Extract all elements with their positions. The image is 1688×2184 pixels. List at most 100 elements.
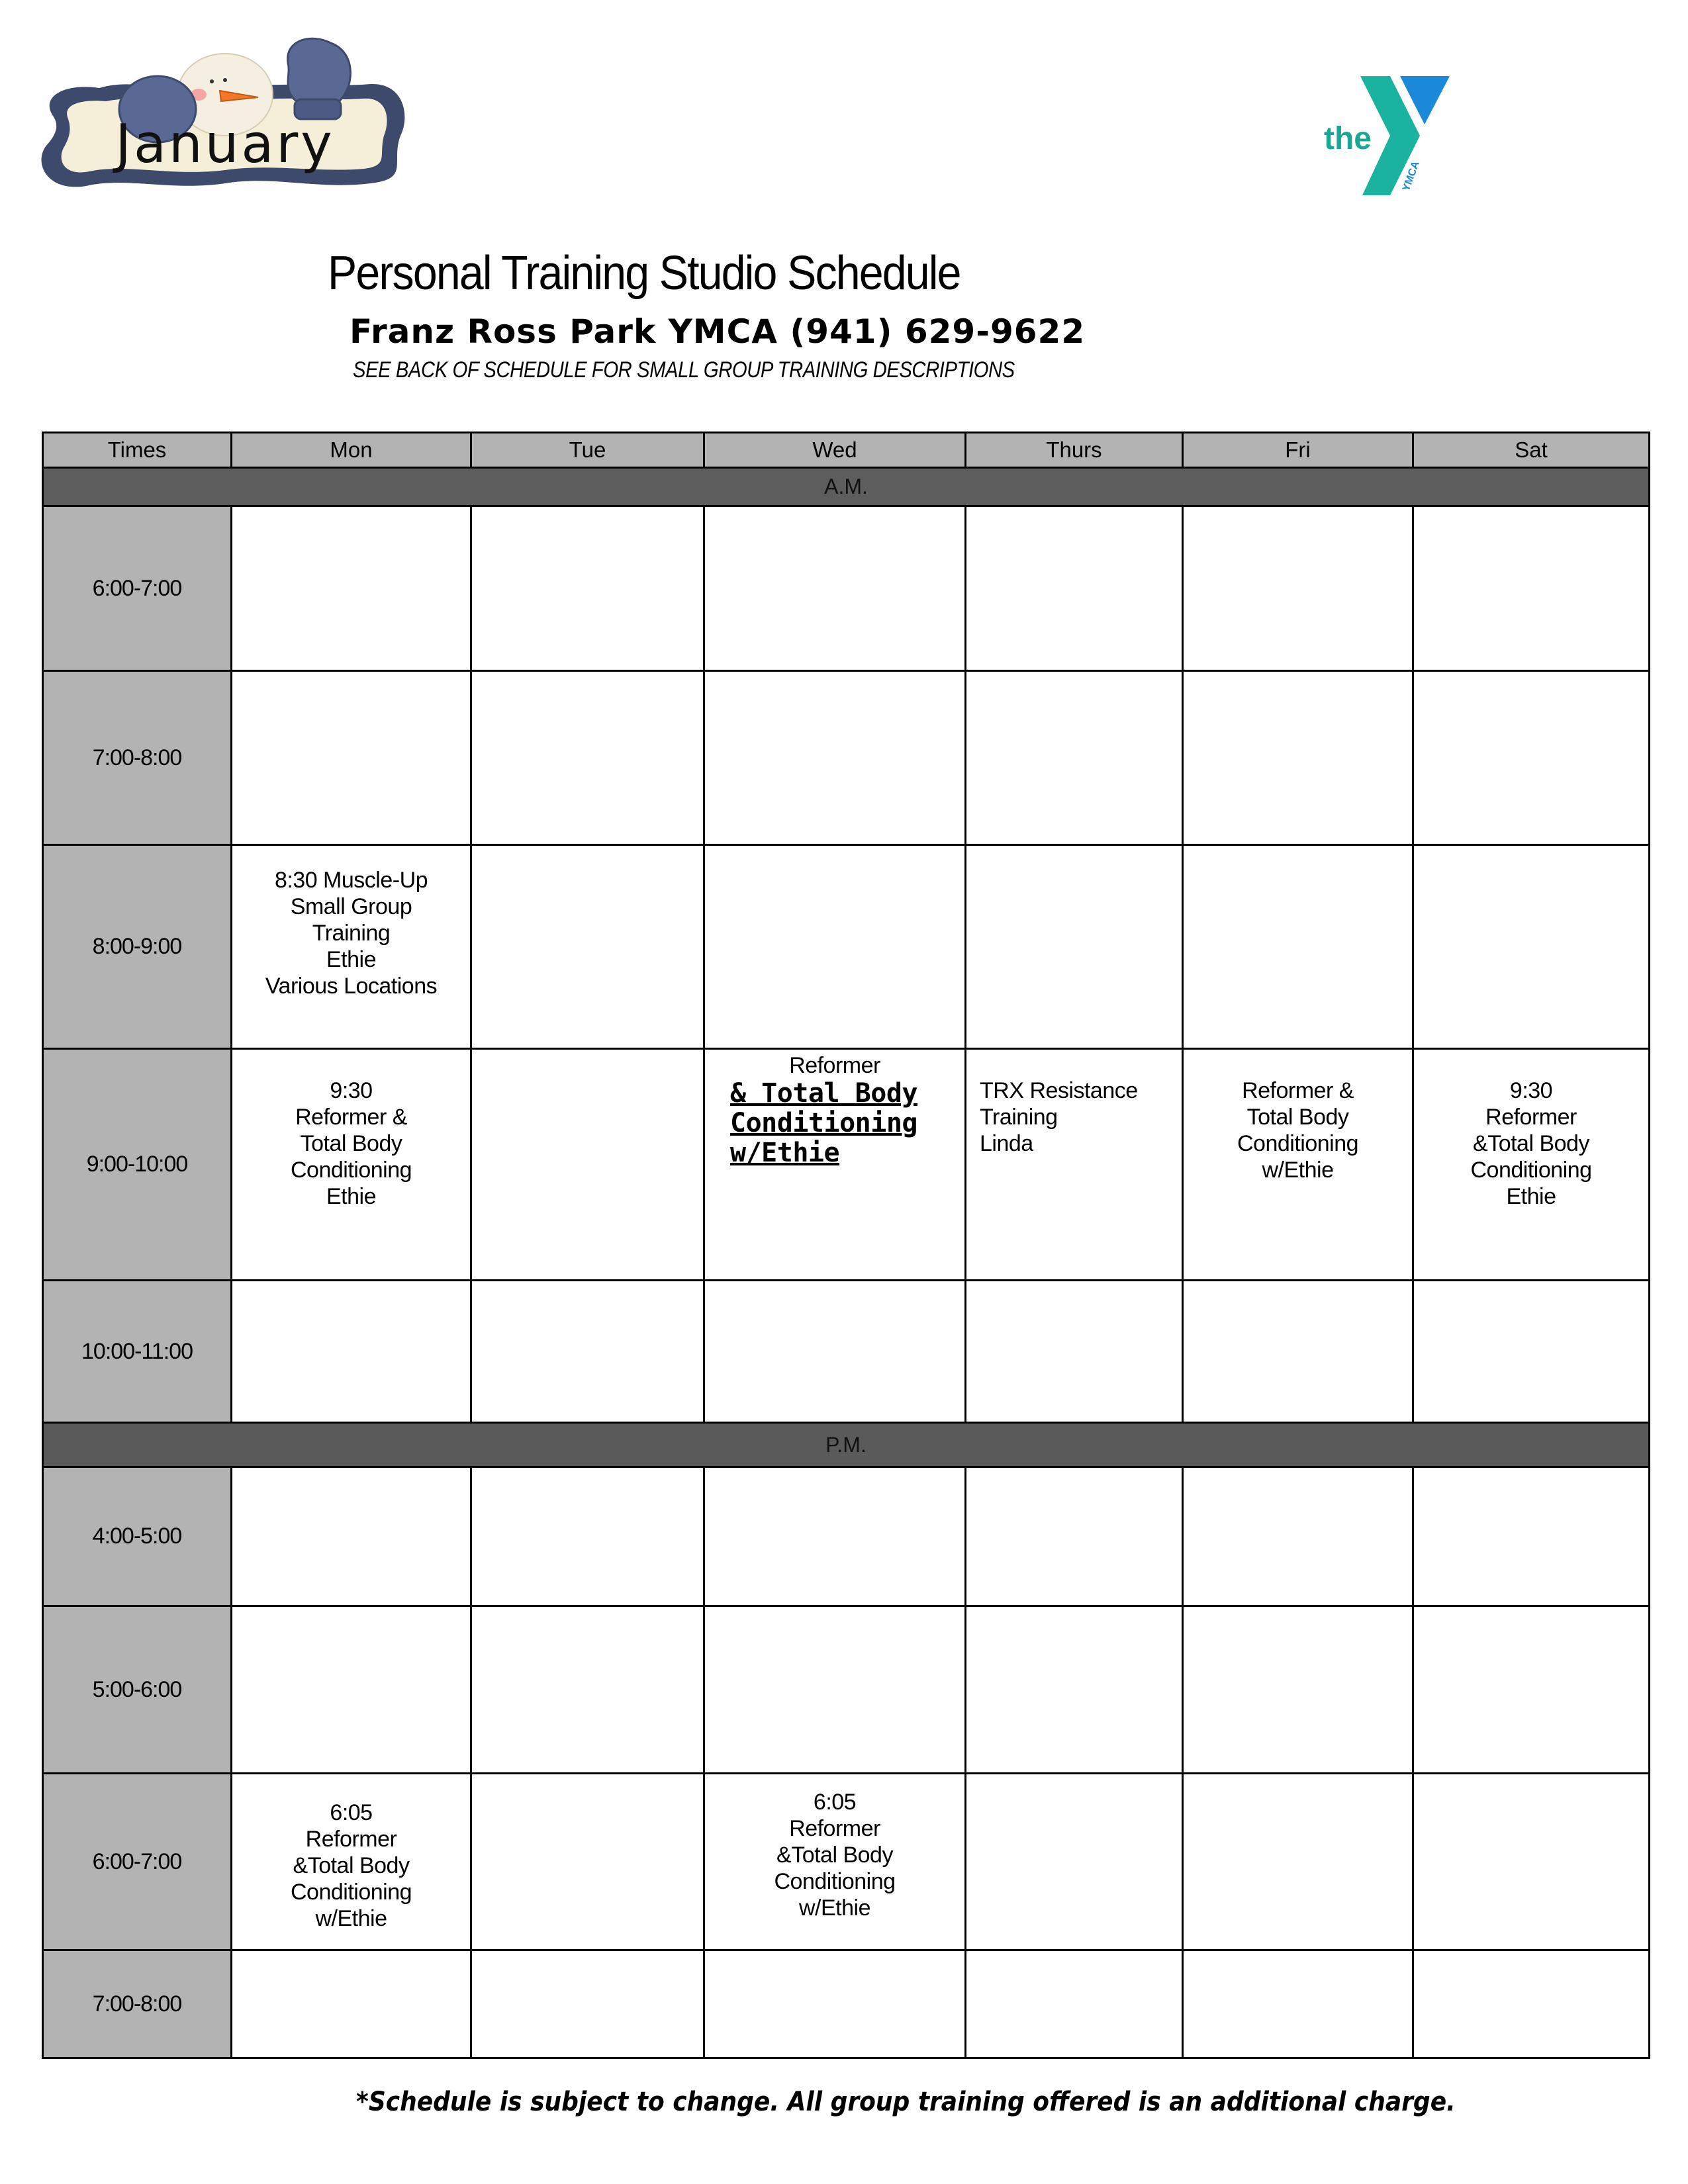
class-entry-muscle-up: 8:30 Muscle-Up Small Group Training Ethi… — [265, 868, 438, 999]
table-row: 9:00-10:00 9:30 Reformer & Total Body Co… — [42, 1048, 1650, 1281]
am-label: A.M. — [42, 467, 1650, 507]
january-badge-logo: January — [41, 37, 405, 187]
mitten-right-icon — [287, 37, 352, 104]
col-header-wed: Wed — [703, 432, 966, 469]
col-header-fri: Fri — [1182, 432, 1414, 469]
col-header-thurs: Thurs — [964, 432, 1184, 469]
time-slot: 10:00-11:00 — [42, 1279, 232, 1424]
schedule-cell — [964, 1949, 1184, 2059]
col-header-sat: Sat — [1412, 432, 1650, 469]
schedule-cell — [703, 670, 966, 846]
table-row: 6:00-7:00 6:05 Reformer &Total Body Cond… — [42, 1772, 1650, 1951]
schedule-cell — [230, 670, 472, 846]
class-entry-trx: TRX Resistance Training Linda — [980, 1078, 1138, 1156]
schedule-cell — [1182, 1605, 1414, 1774]
badge-text: January — [112, 113, 334, 175]
class-entry-reformer-title: Reformer — [789, 1053, 880, 1078]
schedule-cell — [1412, 1279, 1650, 1424]
schedule-cell — [1182, 505, 1414, 672]
header-row: Times Mon Tue Wed Thurs Fri Sat — [42, 432, 1650, 469]
col-header-mon: Mon — [230, 432, 472, 469]
schedule-cell — [1412, 844, 1650, 1050]
schedule-cell — [703, 1949, 966, 2059]
schedule-cell-sat-0900: 9:30 Reformer &Total Body Conditioning E… — [1412, 1048, 1650, 1281]
am-divider-row: A.M. — [42, 467, 1650, 507]
table-row: 10:00-11:00 — [42, 1279, 1650, 1424]
schedule-cell — [1412, 1605, 1650, 1774]
schedule-cell — [964, 1772, 1184, 1951]
schedule-cell — [1412, 505, 1650, 672]
schedule-cell — [964, 844, 1184, 1050]
schedule-cell — [703, 1605, 966, 1774]
schedule-cell-mon-0800: 8:30 Muscle-Up Small Group Training Ethi… — [230, 844, 472, 1050]
time-slot: 7:00-8:00 — [42, 670, 232, 846]
schedule-cell-mon-1800: 6:05 Reformer &Total Body Conditioning w… — [230, 1772, 472, 1951]
schedule-cell — [703, 505, 966, 672]
schedule-cell — [703, 1466, 966, 1607]
table-row: 7:00-8:00 — [42, 670, 1650, 846]
pm-label: P.M. — [42, 1422, 1650, 1468]
col-header-times: Times — [42, 432, 232, 469]
schedule-cell — [230, 1279, 472, 1424]
footer-disclaimer: *Schedule is subject to change. All grou… — [356, 2087, 1456, 2117]
time-slot: 8:00-9:00 — [42, 844, 232, 1050]
pm-divider-row: P.M. — [42, 1422, 1650, 1468]
schedule-cell — [470, 844, 705, 1050]
schedule-cell — [1182, 1466, 1414, 1607]
class-entry-reformer: 9:30 Reformer & Total Body Conditioning … — [290, 1078, 412, 1209]
schedule-cell — [1182, 1772, 1414, 1951]
schedule-cell — [1182, 670, 1414, 846]
table-row: 8:00-9:00 8:30 Muscle-Up Small Group Tra… — [42, 844, 1650, 1050]
time-slot: 4:00-5:00 — [42, 1466, 232, 1607]
time-slot: 9:00-10:00 — [42, 1048, 232, 1281]
schedule-cell — [470, 670, 705, 846]
schedule-cell-wed-0900: Reformer & Total Body Conditioning w/Eth… — [703, 1048, 966, 1281]
class-entry-reformer: Reformer & Total Body Conditioning w/Eth… — [1237, 1078, 1359, 1183]
schedule-cell — [470, 1949, 705, 2059]
col-header-tue: Tue — [470, 432, 705, 469]
schedule-cell — [470, 1466, 705, 1607]
table-row: 7:00-8:00 — [42, 1949, 1650, 2059]
table-row: 4:00-5:00 — [42, 1466, 1650, 1607]
schedule-cell-mon-0900: 9:30 Reformer & Total Body Conditioning … — [230, 1048, 472, 1281]
see-back-note: SEE BACK OF SCHEDULE FOR SMALL GROUP TRA… — [353, 357, 1015, 383]
schedule-cell — [964, 1466, 1184, 1607]
schedule-cell — [470, 1605, 705, 1774]
time-slot: 6:00-7:00 — [42, 1772, 232, 1951]
schedule-cell — [1412, 670, 1650, 846]
time-slot: 7:00-8:00 — [42, 1949, 232, 2059]
schedule-cell — [230, 1605, 472, 1774]
schedule-cell-wed-1800: 6:05 Reformer &Total Body Conditioning w… — [703, 1772, 966, 1951]
time-slot: 5:00-6:00 — [42, 1605, 232, 1774]
schedule-cell — [1182, 1949, 1414, 2059]
class-entry-reformer: 9:30 Reformer &Total Body Conditioning E… — [1470, 1078, 1592, 1209]
time-slot: 6:00-7:00 — [42, 505, 232, 672]
class-entry-reformer: 6:05 Reformer &Total Body Conditioning w… — [774, 1790, 896, 1921]
schedule-cell — [964, 1279, 1184, 1424]
schedule-cell — [1412, 1466, 1650, 1607]
schedule-cell — [1412, 1949, 1650, 2059]
ymca-logo-the: the — [1324, 121, 1372, 156]
schedule-cell — [230, 1949, 472, 2059]
table-row: 5:00-6:00 — [42, 1605, 1650, 1774]
schedule-cell — [230, 505, 472, 672]
schedule-cell — [1182, 844, 1414, 1050]
schedule-cell-fri-0900: Reformer & Total Body Conditioning w/Eth… — [1182, 1048, 1414, 1281]
location-phone: Franz Ross Park YMCA (941) 629-9622 — [350, 312, 1086, 351]
page-title: Personal Training Studio Schedule — [328, 247, 961, 300]
schedule-cell — [964, 670, 1184, 846]
schedule-cell — [470, 1772, 705, 1951]
schedule-cell — [470, 1279, 705, 1424]
schedule-table: Times Mon Tue Wed Thurs Fri Sat A.M. 6:0… — [42, 432, 1650, 2059]
schedule-cell — [470, 1048, 705, 1281]
schedule-cell — [964, 1605, 1184, 1774]
schedule-cell-thurs-0900: TRX Resistance Training Linda — [964, 1048, 1184, 1281]
schedule-cell — [1412, 1772, 1650, 1951]
ymca-logo: the YMCA — [1324, 76, 1450, 195]
schedule-cell — [1182, 1279, 1414, 1424]
table-row: 6:00-7:00 — [42, 505, 1650, 672]
schedule-cell — [703, 844, 966, 1050]
schedule-cell — [703, 1279, 966, 1424]
class-entry-reformer: 6:05 Reformer &Total Body Conditioning w… — [290, 1800, 412, 1931]
schedule-cell — [470, 505, 705, 672]
